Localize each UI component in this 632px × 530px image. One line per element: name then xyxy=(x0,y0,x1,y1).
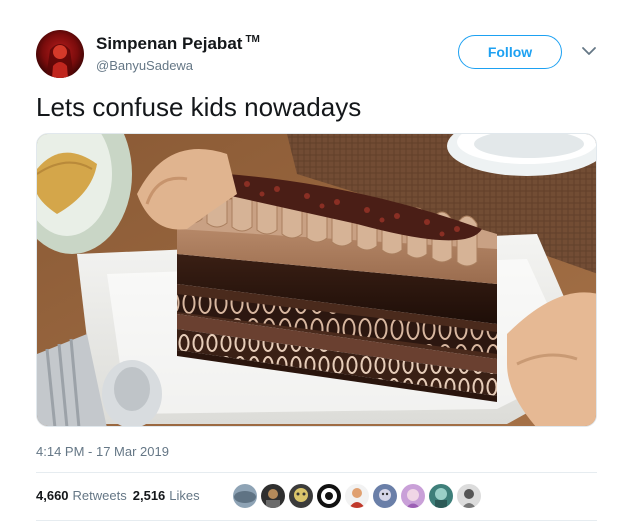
chevron-down-icon[interactable] xyxy=(580,44,598,58)
trademark-mark: TM xyxy=(245,34,260,46)
author-name-text[interactable]: Simpenan Pejabat xyxy=(96,34,242,53)
tweet-text: Lets confuse kids nowadays xyxy=(36,92,362,122)
liker-avatars xyxy=(233,484,485,508)
tweet-card: Simpenan Pejabat TM @BanyuSadewa Follow L… xyxy=(0,0,632,530)
tweet-image[interactable] xyxy=(36,133,597,427)
liker-avatar[interactable] xyxy=(401,484,425,508)
retweets-count: 4,660 xyxy=(36,488,69,503)
liker-avatar[interactable] xyxy=(261,484,285,508)
cake-photo xyxy=(37,134,596,426)
tweet-stats: 4,660 Retweets 2,516 Likes xyxy=(36,488,206,503)
likes-label: Likes xyxy=(169,488,200,503)
likes-count: 2,516 xyxy=(132,488,166,503)
liker-avatar[interactable] xyxy=(373,484,397,508)
likes-stat[interactable]: 2,516 Likes xyxy=(133,488,200,503)
author-name[interactable]: Simpenan Pejabat TM xyxy=(96,34,260,54)
divider-top xyxy=(36,472,597,473)
divider-bottom xyxy=(36,520,597,521)
tweet-timestamp[interactable]: 4:14 PM - 17 Mar 2019 xyxy=(36,444,169,459)
retweets-stat[interactable]: 4,660 Retweets xyxy=(36,488,127,503)
liker-avatar[interactable] xyxy=(317,484,341,508)
liker-avatar[interactable] xyxy=(345,484,369,508)
retweets-label: Retweets xyxy=(72,488,127,503)
liker-avatar[interactable] xyxy=(457,484,481,508)
author-handle[interactable]: @BanyuSadewa xyxy=(96,58,193,73)
avatar[interactable] xyxy=(36,30,84,78)
liker-avatar[interactable] xyxy=(289,484,313,508)
liker-avatar[interactable] xyxy=(233,484,257,508)
follow-button[interactable]: Follow xyxy=(458,35,562,69)
liker-avatar[interactable] xyxy=(429,484,453,508)
